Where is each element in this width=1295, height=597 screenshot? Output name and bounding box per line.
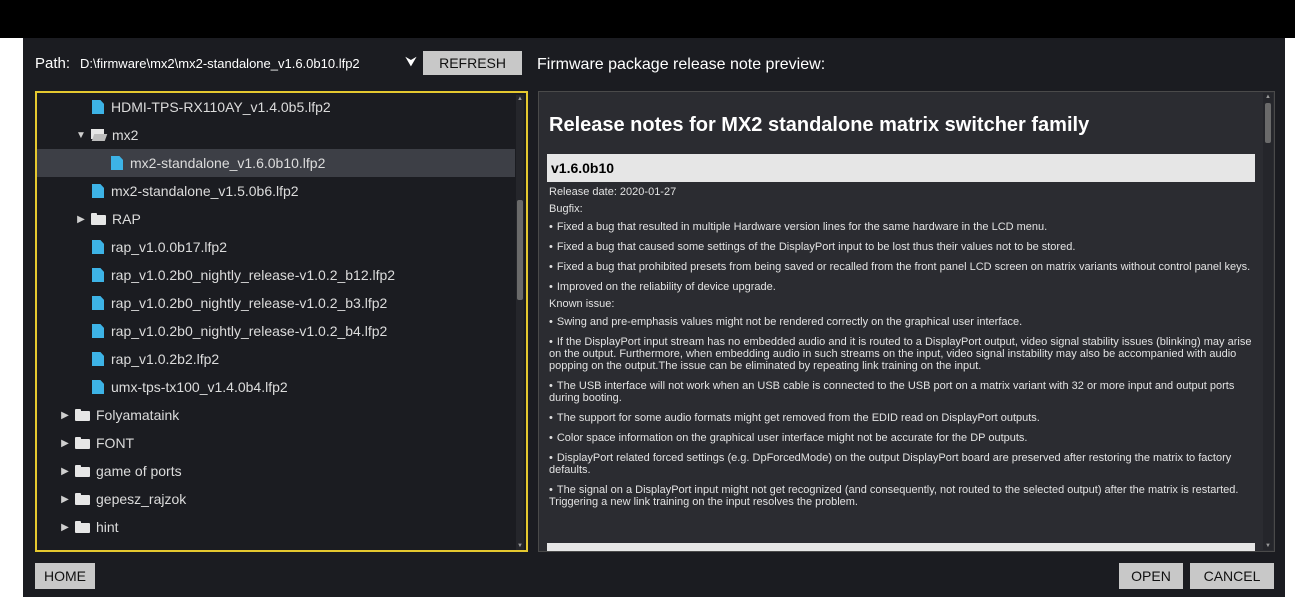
tree-item-label: rap_v1.0.2b0_nightly_release-v1.0.2_b3.l… bbox=[111, 295, 388, 311]
tree-item[interactable]: ▶ hint bbox=[37, 513, 515, 541]
home-button[interactable]: HOME bbox=[35, 563, 95, 589]
tree-item-label: mx2-standalone_v1.6.0b10.lfp2 bbox=[130, 155, 326, 171]
folder-icon bbox=[75, 465, 90, 477]
next-version-header bbox=[547, 543, 1255, 551]
cancel-button[interactable]: CANCEL bbox=[1190, 563, 1274, 589]
tree-item-label: mx2-standalone_v1.5.0b6.lfp2 bbox=[111, 183, 299, 199]
tree-item[interactable]: mx2-standalone_v1.5.0b6.lfp2 bbox=[37, 177, 515, 205]
folder-open-icon bbox=[91, 129, 106, 141]
bugfix-item: Fixed a bug that prohibited presets from… bbox=[549, 261, 1255, 273]
path-label: Path: bbox=[35, 54, 71, 72]
bugfix-heading: Bugfix: bbox=[549, 203, 583, 215]
tree-item[interactable]: rap_v1.0.2b0_nightly_release-v1.0.2_b3.l… bbox=[37, 289, 515, 317]
tree-item[interactable]: rap_v1.0.2b0_nightly_release-v1.0.2_b12.… bbox=[37, 261, 515, 289]
tree-item[interactable]: ▶ FONT bbox=[37, 429, 515, 457]
refresh-button[interactable]: REFRESH bbox=[423, 51, 523, 75]
known-issue-item: The support for some audio formats might… bbox=[549, 412, 1255, 424]
file-icon bbox=[92, 352, 104, 366]
known-issue-item: The USB interface will not work when an … bbox=[549, 380, 1255, 404]
tree-item-label: rap_v1.0.2b2.lfp2 bbox=[111, 351, 220, 367]
caret-down-icon[interactable]: ▼ bbox=[75, 130, 87, 141]
scroll-down-icon[interactable]: ▼ bbox=[517, 543, 523, 549]
release-notes-content: Release notes for MX2 standalone matrix … bbox=[547, 92, 1255, 508]
file-icon bbox=[92, 296, 104, 310]
tree-scrollbar[interactable]: ▲ ▼ bbox=[516, 95, 524, 550]
scroll-up-icon[interactable]: ▲ bbox=[517, 96, 523, 102]
top-bar bbox=[0, 0, 1295, 38]
known-issue-heading: Known issue: bbox=[549, 298, 615, 310]
bugfix-item: Improved on the reliability of device up… bbox=[549, 281, 1255, 293]
version-header: v1.6.0b10 bbox=[547, 154, 1255, 182]
tree-item-label: HDMI-TPS-RX110AY_v1.4.0b5.lfp2 bbox=[111, 99, 331, 115]
tree-item[interactable]: rap_v1.0.0b17.lfp2 bbox=[37, 233, 515, 261]
tree-item-label: rap_v1.0.2b0_nightly_release-v1.0.2_b4.l… bbox=[111, 323, 388, 339]
folder-icon bbox=[75, 437, 90, 449]
scroll-up-icon[interactable]: ▲ bbox=[1265, 94, 1271, 100]
caret-right-icon[interactable]: ▶ bbox=[59, 410, 71, 421]
caret-right-icon[interactable]: ▶ bbox=[59, 466, 71, 477]
scroll-down-icon[interactable]: ▼ bbox=[1265, 543, 1271, 549]
tree-item[interactable]: rap_v1.0.2b2.lfp2 bbox=[37, 345, 515, 373]
known-issue-item: Swing and pre-emphasis values might not … bbox=[549, 316, 1255, 328]
release-date: Release date: 2020-01-27 bbox=[549, 186, 677, 198]
tree-item-label: hint bbox=[96, 519, 119, 535]
open-button[interactable]: OPEN bbox=[1119, 563, 1183, 589]
tree-item-label: RAP bbox=[112, 211, 141, 227]
tree-item-label: rap_v1.0.0b17.lfp2 bbox=[111, 239, 227, 255]
tree-item-label: umx-tps-tx100_v1.4.0b4.lfp2 bbox=[111, 379, 288, 395]
tree-item[interactable]: ▶ RAP bbox=[37, 205, 515, 233]
folder-icon bbox=[91, 213, 106, 225]
tree-scroll-thumb[interactable] bbox=[517, 200, 523, 300]
tree-item-label: gepesz_rajzok bbox=[96, 491, 187, 507]
tree-item[interactable]: ▶ game of ports bbox=[37, 457, 515, 485]
caret-right-icon[interactable]: ▶ bbox=[75, 214, 87, 225]
notes-scroll-thumb[interactable] bbox=[1265, 103, 1271, 143]
bugfix-item: Fixed a bug that caused some settings of… bbox=[549, 241, 1255, 253]
folder-icon bbox=[75, 493, 90, 505]
notes-scrollbar[interactable]: ▲ ▼ bbox=[1263, 93, 1273, 550]
file-icon bbox=[92, 240, 104, 254]
tree-item[interactable]: ▶ Folyamataink bbox=[37, 401, 515, 429]
known-issue-item: The signal on a DisplayPort input might … bbox=[549, 484, 1255, 508]
known-issue-item: Color space information on the graphical… bbox=[549, 432, 1255, 444]
file-icon bbox=[92, 100, 104, 114]
known-issue-item: If the DisplayPort input stream has no e… bbox=[549, 336, 1255, 372]
file-icon bbox=[111, 156, 123, 170]
firmware-dialog: Path: D:\firmware\mx2\mx2-standalone_v1.… bbox=[23, 38, 1285, 597]
caret-right-icon[interactable]: ▶ bbox=[59, 522, 71, 533]
file-icon bbox=[92, 324, 104, 338]
known-issue-item: DisplayPort related forced settings (e.g… bbox=[549, 452, 1255, 476]
caret-right-icon[interactable]: ▶ bbox=[59, 494, 71, 505]
tree-item-label: mx2 bbox=[112, 127, 139, 143]
tree-item[interactable]: umx-tps-tx100_v1.4.0b4.lfp2 bbox=[37, 373, 515, 401]
release-notes-title: Release notes for MX2 standalone matrix … bbox=[549, 114, 1090, 136]
tree-item[interactable]: HDMI-TPS-RX110AY_v1.4.0b5.lfp2 bbox=[37, 93, 515, 121]
release-notes-panel: Release notes for MX2 standalone matrix … bbox=[538, 91, 1275, 552]
file-icon bbox=[92, 268, 104, 282]
tree-item-label: rap_v1.0.2b0_nightly_release-v1.0.2_b12.… bbox=[111, 267, 396, 283]
tree-item[interactable]: rap_v1.0.2b0_nightly_release-v1.0.2_b4.l… bbox=[37, 317, 515, 345]
tree-item-label: FONT bbox=[96, 435, 135, 451]
tree-item-label: Folyamataink bbox=[96, 407, 180, 423]
path-row: Path: D:\firmware\mx2\mx2-standalone_v1.… bbox=[35, 50, 523, 76]
chevron-down-icon: ⮟ bbox=[405, 53, 418, 69]
bugfix-item: Fixed a bug that resulted in multiple Ha… bbox=[549, 221, 1255, 233]
caret-right-icon[interactable]: ▶ bbox=[59, 438, 71, 449]
folder-icon bbox=[75, 521, 90, 533]
file-icon bbox=[92, 184, 104, 198]
path-select[interactable]: D:\firmware\mx2\mx2-standalone_v1.6.0b10… bbox=[78, 51, 424, 75]
tree-item[interactable]: ▶ gepesz_rajzok bbox=[37, 485, 515, 513]
tree-item-selected[interactable]: mx2-standalone_v1.6.0b10.lfp2 bbox=[37, 149, 515, 177]
tree-item-label: game of ports bbox=[96, 463, 182, 479]
file-tree: HDMI-TPS-RX110AY_v1.4.0b5.lfp2 ▼ mx2 mx2… bbox=[35, 91, 528, 552]
tree-item[interactable]: ▼ mx2 bbox=[37, 121, 515, 149]
path-value: D:\firmware\mx2\mx2-standalone_v1.6.0b10… bbox=[80, 55, 360, 71]
folder-icon bbox=[75, 409, 90, 421]
file-icon bbox=[92, 380, 104, 394]
preview-label: Firmware package release note preview: bbox=[537, 56, 826, 73]
